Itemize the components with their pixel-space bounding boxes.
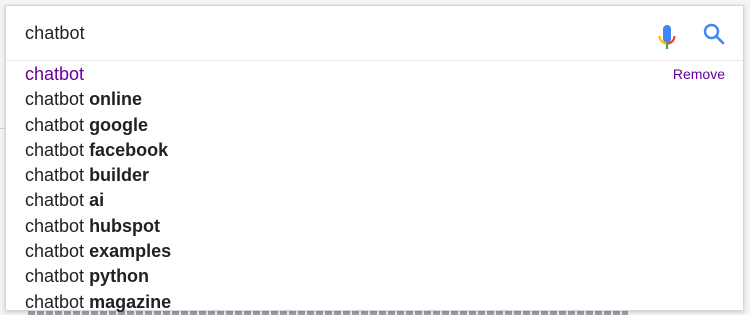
suggestion-item[interactable]: chatbot online — [6, 87, 743, 112]
suggestion-item[interactable]: chatbot ai — [6, 188, 743, 213]
suggestion-suffix: facebook — [89, 139, 169, 160]
suggestion-item[interactable]: chatbot facebook — [6, 138, 743, 163]
suggestion-prefix: chatbot — [25, 241, 85, 262]
search-input-row: chatbot — [6, 6, 743, 61]
search-input[interactable]: chatbot — [25, 23, 85, 44]
suggestion-item[interactable]: chatbot builder — [6, 163, 743, 188]
suggestion-item[interactable]: chatbot examples — [6, 239, 743, 264]
suggestion-prefix: chatbot — [25, 89, 85, 110]
suggestion-item[interactable]: chatbot magazine — [6, 290, 743, 315]
suggestion-suffix: python — [89, 266, 150, 287]
suggestion-prefix: chatbot — [25, 215, 85, 236]
search-icon[interactable] — [703, 23, 725, 45]
remove-link[interactable]: Remove — [673, 62, 725, 87]
suggestion-list: chatbot Remove chatbot online chatbot go… — [6, 62, 743, 315]
suggestion-item[interactable]: chatbot Remove — [6, 62, 743, 87]
suggestion-item[interactable]: chatbot hubspot — [6, 214, 743, 239]
suggestion-item[interactable]: chatbot python — [6, 264, 743, 289]
suggestion-prefix: chatbot — [25, 291, 85, 312]
suggestion-prefix: chatbot — [25, 266, 85, 287]
page: chatbot chatbot Remove chatbot online ch… — [0, 0, 750, 315]
suggestion-prefix: chatbot — [25, 114, 85, 135]
suggestion-suffix: google — [89, 114, 149, 135]
suggestion-suffix: ai — [89, 190, 105, 211]
suggestion-suffix: builder — [89, 165, 150, 186]
suggestion-prefix: chatbot — [25, 139, 85, 160]
suggestion-suffix: magazine — [89, 291, 172, 312]
microphone-icon[interactable] — [657, 24, 677, 50]
search-autocomplete-panel: chatbot chatbot Remove chatbot online ch… — [5, 5, 744, 312]
suggestion-suffix: examples — [89, 241, 172, 262]
suggestion-item[interactable]: chatbot google — [6, 113, 743, 138]
suggestion-suffix: online — [89, 89, 143, 110]
suggestion-suffix: hubspot — [89, 215, 161, 236]
suggestion-prefix: chatbot — [25, 190, 85, 211]
suggestion-prefix: chatbot — [25, 64, 85, 84]
suggestion-prefix: chatbot — [25, 165, 85, 186]
